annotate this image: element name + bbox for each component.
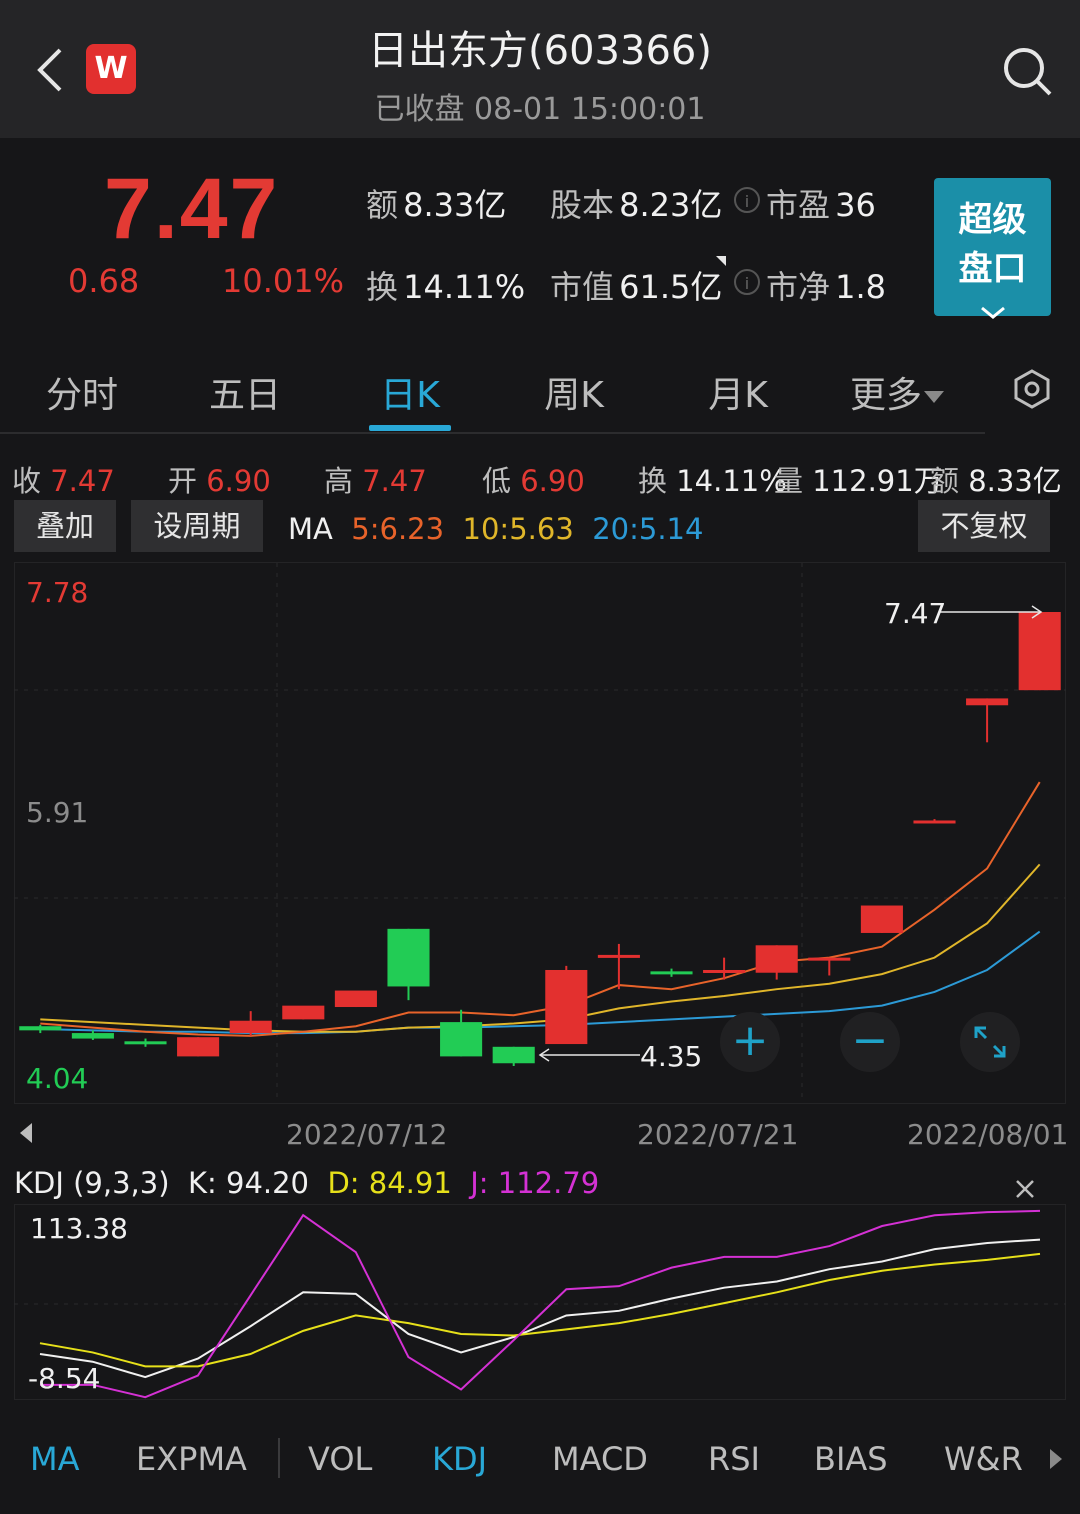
tab-vol[interactable]: VOL: [308, 1440, 372, 1478]
tab-expma[interactable]: EXPMA: [136, 1440, 247, 1478]
triangle-right-icon[interactable]: [1048, 1448, 1064, 1470]
tab-rsi[interactable]: RSI: [708, 1440, 760, 1478]
kdj-y-max-label: 113.38: [30, 1212, 128, 1245]
tab-bias[interactable]: BIAS: [814, 1440, 888, 1478]
tab-wr[interactable]: W&R: [944, 1440, 1023, 1478]
kdj-chart[interactable]: [0, 0, 1080, 1410]
tab-ma[interactable]: MA: [30, 1440, 80, 1478]
kdj-d-line: [39, 1252, 1041, 1368]
kdj-k-line: [39, 1238, 1041, 1379]
tab-kdj[interactable]: KDJ: [432, 1440, 487, 1478]
kdj-j-line: [40, 1209, 1041, 1399]
tab-separator: [278, 1438, 280, 1478]
tab-macd[interactable]: MACD: [552, 1440, 648, 1478]
kdj-y-min-label: -8.54: [28, 1362, 101, 1395]
